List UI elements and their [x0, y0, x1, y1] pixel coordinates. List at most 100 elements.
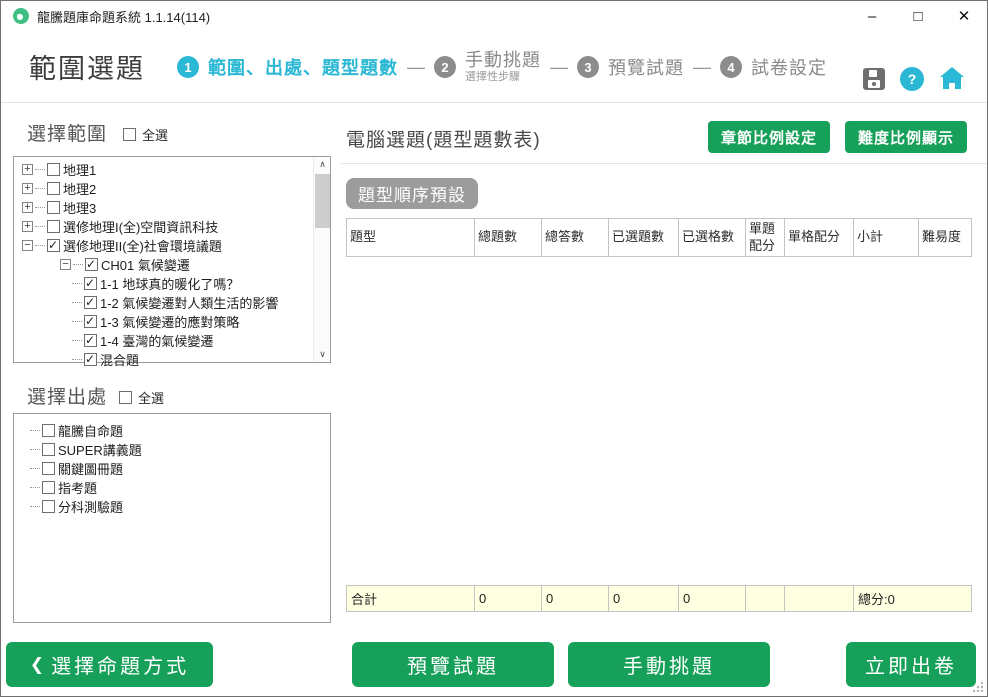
col-per-question-score: 單題配分	[746, 219, 785, 257]
source-select-all-checkbox[interactable]	[119, 391, 132, 404]
tree-item[interactable]: + 地理1	[14, 160, 330, 179]
col-total-questions: 總題數	[475, 219, 542, 257]
tree-label: 混合題	[100, 350, 139, 369]
source-checkbox[interactable]	[42, 443, 55, 456]
tree-item[interactable]: + 地理3	[14, 198, 330, 217]
chapter-ratio-button[interactable]: 章節比例設定	[708, 121, 830, 153]
tree-checkbox[interactable]	[85, 258, 98, 271]
tree-item[interactable]: − 選修地理II(全)社會環境議題	[14, 236, 330, 255]
minimize-button[interactable]: –	[849, 1, 895, 31]
tree-checkbox[interactable]	[84, 315, 97, 328]
tree-item[interactable]: 1-4 臺灣的氣候變遷	[14, 331, 330, 350]
chevron-left-icon: ❮	[30, 655, 44, 675]
step-1-circle: 1	[177, 56, 199, 78]
source-label: 指考題	[58, 478, 97, 497]
tree-item[interactable]: 1-2 氣候變遷對人類生活的影響	[14, 293, 330, 312]
step-4-label: 試卷設定	[751, 54, 827, 80]
step-3-label: 預覽試題	[608, 54, 684, 80]
question-type-table: 題型 總題數 總答數 已選題數 已選格數 單題配分 單格配分 小計 難易度	[346, 218, 972, 257]
scope-select-all-checkbox[interactable]	[123, 128, 136, 141]
tree-label: 1-1 地球真的暖化了嗎？	[100, 274, 239, 293]
scope-section-title: 選擇範圍	[27, 119, 107, 146]
list-item[interactable]: 關鍵圖冊題	[14, 459, 330, 478]
scrollbar[interactable]: ∧ ∨	[313, 157, 330, 362]
tree-item[interactable]: + 選修地理I(全)空間資訊科技	[14, 217, 330, 236]
scope-tree: + 地理1 + 地理2 + 地理3 + 選修地理I(全)空間資訊科技 − 選修地…	[13, 156, 331, 363]
tree-checkbox[interactable]	[84, 353, 97, 366]
resize-grip[interactable]	[973, 682, 983, 692]
expand-icon[interactable]: +	[22, 221, 33, 232]
tree-checkbox[interactable]	[47, 182, 60, 195]
step-indicator: 1 範圍、出處、題型題數 — 2 手動挑題 選擇性步驟 — 3 預覽試題 — 4…	[177, 31, 827, 103]
tree-label: 地理1	[63, 160, 96, 179]
col-difficulty: 難易度	[919, 219, 972, 257]
source-label: 關鍵圖冊題	[58, 459, 123, 478]
summary-total-score: 總分:0	[854, 586, 972, 612]
question-type-order-button[interactable]: 題型順序預設	[346, 178, 478, 209]
maximize-button[interactable]: □	[895, 1, 941, 31]
list-item[interactable]: SUPER講義題	[14, 440, 330, 459]
tree-label: 地理3	[63, 198, 96, 217]
export-paper-button[interactable]: 立即出卷	[846, 642, 976, 687]
expand-icon[interactable]: +	[22, 202, 33, 213]
tree-item[interactable]: 1-1 地球真的暖化了嗎？	[14, 274, 330, 293]
tree-checkbox[interactable]	[84, 296, 97, 309]
step-2-sublabel: 選擇性步驟	[465, 71, 541, 84]
scroll-up-icon[interactable]: ∧	[314, 157, 331, 172]
help-icon[interactable]: ?	[900, 67, 924, 91]
step-dash: —	[550, 57, 568, 78]
collapse-icon[interactable]: −	[60, 259, 71, 270]
tree-item[interactable]: − CH01 氣候變遷	[14, 255, 330, 274]
source-label: 龍騰自命題	[58, 421, 123, 440]
scrollbar-thumb[interactable]	[315, 174, 330, 228]
col-per-cell-score: 單格配分	[785, 219, 854, 257]
tree-checkbox[interactable]	[47, 201, 60, 214]
tree-item[interactable]: + 地理2	[14, 179, 330, 198]
page-title: 範圍選題	[29, 47, 145, 86]
preview-questions-button[interactable]: 預覽試題	[352, 642, 554, 687]
table-header-row: 題型 總題數 總答數 已選題數 已選格數 單題配分 單格配分 小計 難易度	[347, 219, 972, 257]
step-2-label: 手動挑題	[465, 50, 541, 71]
tree-label: 選修地理I(全)空間資訊科技	[63, 217, 218, 236]
source-section-title: 選擇出處	[27, 382, 107, 409]
source-checkbox[interactable]	[42, 481, 55, 494]
source-checkbox[interactable]	[42, 500, 55, 513]
step-dash: —	[693, 57, 711, 78]
col-subtotal: 小計	[854, 219, 919, 257]
list-item[interactable]: 龍騰自命題	[14, 421, 330, 440]
back-to-method-button[interactable]: ❮ 選擇命題方式	[6, 642, 213, 687]
window-title: 龍騰題庫命題系統 1.1.14(114)	[37, 7, 210, 26]
expand-icon[interactable]: +	[22, 164, 33, 175]
list-item[interactable]: 分科測驗題	[14, 497, 330, 516]
tree-item[interactable]: 1-3 氣候變遷的應對策略	[14, 312, 330, 331]
scope-select-all-label: 全選	[142, 125, 168, 144]
tree-checkbox[interactable]	[84, 334, 97, 347]
manual-pick-button[interactable]: 手動挑題	[568, 642, 770, 687]
tree-checkbox[interactable]	[47, 239, 60, 252]
source-checkbox[interactable]	[42, 424, 55, 437]
tree-checkbox[interactable]	[84, 277, 97, 290]
source-select-all-label: 全選	[138, 388, 164, 407]
save-icon[interactable]	[863, 68, 885, 90]
summary-total-questions: 0	[475, 586, 542, 612]
divider	[341, 163, 987, 164]
titlebar: 龍騰題庫命題系統 1.1.14(114) – □ ✕	[1, 1, 987, 31]
list-item[interactable]: 指考題	[14, 478, 330, 497]
tree-checkbox[interactable]	[47, 163, 60, 176]
tree-item[interactable]: 混合題	[14, 350, 330, 369]
close-button[interactable]: ✕	[941, 1, 987, 31]
collapse-icon[interactable]: −	[22, 240, 33, 251]
scroll-down-icon[interactable]: ∨	[314, 347, 331, 362]
summary-per-question-score	[746, 586, 785, 612]
source-checkbox[interactable]	[42, 462, 55, 475]
expand-icon[interactable]: +	[22, 183, 33, 194]
app-logo-icon	[13, 8, 29, 24]
summary-selected-cells: 0	[679, 586, 746, 612]
tree-label: 選修地理II(全)社會環境議題	[63, 236, 222, 255]
difficulty-ratio-button[interactable]: 難度比例顯示	[845, 121, 967, 153]
tree-checkbox[interactable]	[47, 220, 60, 233]
step-1-label: 範圍、出處、題型題數	[208, 54, 398, 80]
home-icon[interactable]	[939, 67, 965, 91]
col-selected-cells: 已選格數	[679, 219, 746, 257]
app-window: 龍騰題庫命題系統 1.1.14(114) – □ ✕ 範圍選題 1 範圍、出處、…	[0, 0, 988, 697]
